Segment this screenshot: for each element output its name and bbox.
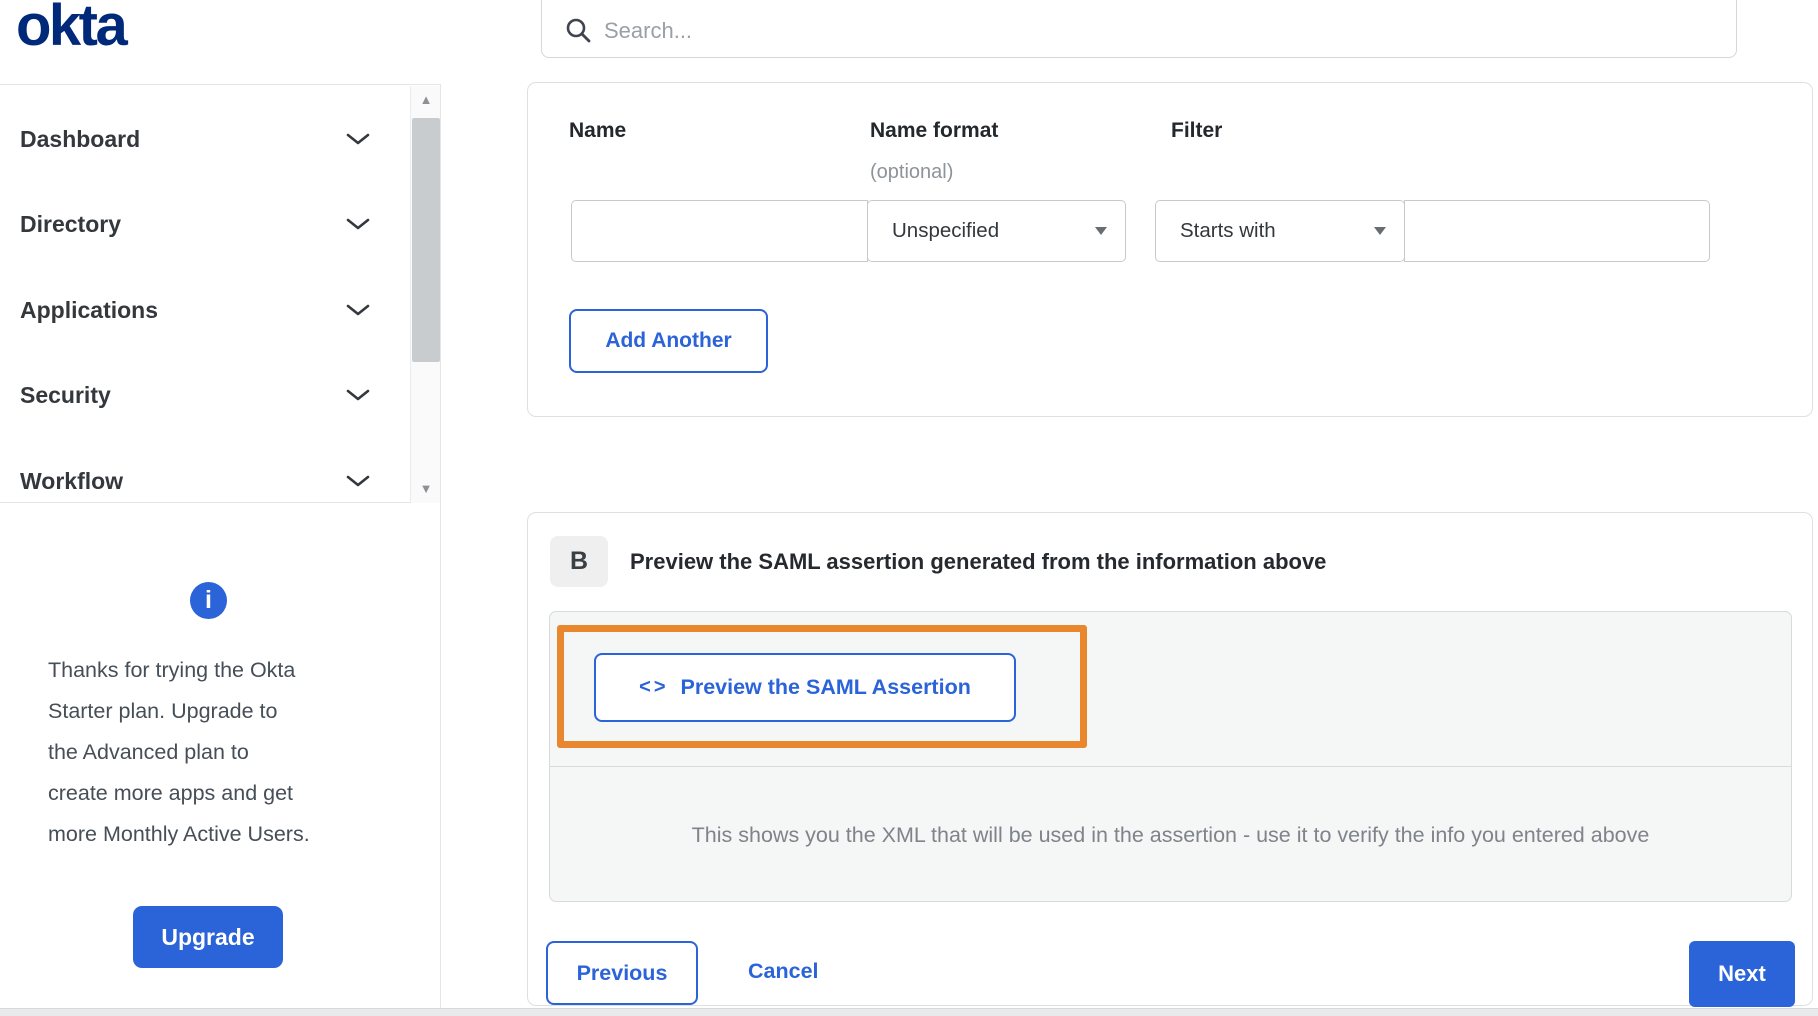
chevron-down-icon xyxy=(346,218,370,229)
sidebar-scrollbar[interactable]: ▲ ▼ xyxy=(410,86,440,503)
section-b-badge: B xyxy=(550,536,608,587)
scroll-up-arrow-icon[interactable]: ▲ xyxy=(411,88,441,112)
cancel-link[interactable]: Cancel xyxy=(748,959,819,984)
search-input[interactable] xyxy=(604,18,1604,44)
filter-operator-selected-value: Starts with xyxy=(1180,219,1276,242)
add-another-button[interactable]: Add Another xyxy=(569,309,768,373)
dropdown-caret-icon xyxy=(1374,227,1386,235)
sidebar-item-label: Applications xyxy=(20,296,159,323)
preview-panel: <> Preview the SAML Assertion This shows… xyxy=(549,611,1792,902)
attribute-name-input[interactable] xyxy=(571,200,868,262)
previous-button[interactable]: Previous xyxy=(546,941,698,1005)
filter-value-input[interactable] xyxy=(1404,200,1710,262)
chevron-down-icon xyxy=(346,475,370,486)
dropdown-caret-icon xyxy=(1095,227,1107,235)
name-format-column-label: Name format xyxy=(870,119,999,142)
preview-saml-assertion-button[interactable]: <> Preview the SAML Assertion xyxy=(594,653,1016,722)
sidebar-nav: Dashboard Directory Applications Securit… xyxy=(0,84,440,503)
name-format-selected-value: Unspecified xyxy=(892,219,1000,242)
sidebar-right-divider xyxy=(440,84,441,1008)
okta-logo[interactable]: okta xyxy=(16,0,128,59)
attribute-statements-card: Name Name format (optional) Filter Unspe… xyxy=(527,82,1813,417)
upgrade-button[interactable]: Upgrade xyxy=(133,906,283,968)
scroll-down-arrow-icon[interactable]: ▼ xyxy=(411,477,441,501)
promo-line: Starter plan. Upgrade to xyxy=(48,699,278,723)
sidebar-item-label: Workflow xyxy=(20,467,124,494)
scrollbar-thumb[interactable] xyxy=(412,118,440,362)
sidebar-item-workflow[interactable]: Workflow xyxy=(20,459,370,503)
trial-promo-text: Thanks for trying the Okta Starter plan.… xyxy=(48,650,378,855)
name-format-optional-note: (optional) xyxy=(870,161,954,183)
sidebar-item-directory[interactable]: Directory xyxy=(20,202,370,246)
sidebar-item-label: Directory xyxy=(20,210,121,237)
sidebar-item-label: Dashboard xyxy=(20,125,141,152)
section-heading: Preview the SAML assertion generated fro… xyxy=(630,549,1327,574)
sidebar-item-label: Security xyxy=(20,381,111,408)
promo-line: create more apps and get xyxy=(48,781,294,805)
preview-help-text: This shows you the XML that will be used… xyxy=(691,822,1650,847)
search-icon xyxy=(566,18,591,43)
global-search-bar[interactable] xyxy=(541,0,1737,58)
promo-line: more Monthly Active Users. xyxy=(48,822,310,846)
chevron-down-icon xyxy=(346,304,370,315)
sidebar-item-security[interactable]: Security xyxy=(20,373,370,417)
info-icon: i xyxy=(190,582,227,619)
preview-button-label: Preview the SAML Assertion xyxy=(680,675,971,699)
chevron-down-icon xyxy=(346,133,370,144)
sidebar-item-applications[interactable]: Applications xyxy=(20,288,370,332)
next-button[interactable]: Next xyxy=(1689,941,1795,1007)
promo-line: Thanks for trying the Okta xyxy=(48,658,296,682)
name-format-select[interactable]: Unspecified xyxy=(867,200,1126,262)
preview-assertion-card: B Preview the SAML assertion generated f… xyxy=(527,512,1813,1007)
code-brackets-icon: <> xyxy=(639,676,669,698)
chevron-down-icon xyxy=(346,389,370,400)
sidebar-item-dashboard[interactable]: Dashboard xyxy=(20,117,370,161)
page-bottom-edge xyxy=(0,1008,1818,1016)
name-column-label: Name xyxy=(569,119,627,142)
promo-line: the Advanced plan to xyxy=(48,740,249,764)
filter-column-label: Filter xyxy=(1171,119,1223,142)
filter-operator-select[interactable]: Starts with xyxy=(1155,200,1405,262)
